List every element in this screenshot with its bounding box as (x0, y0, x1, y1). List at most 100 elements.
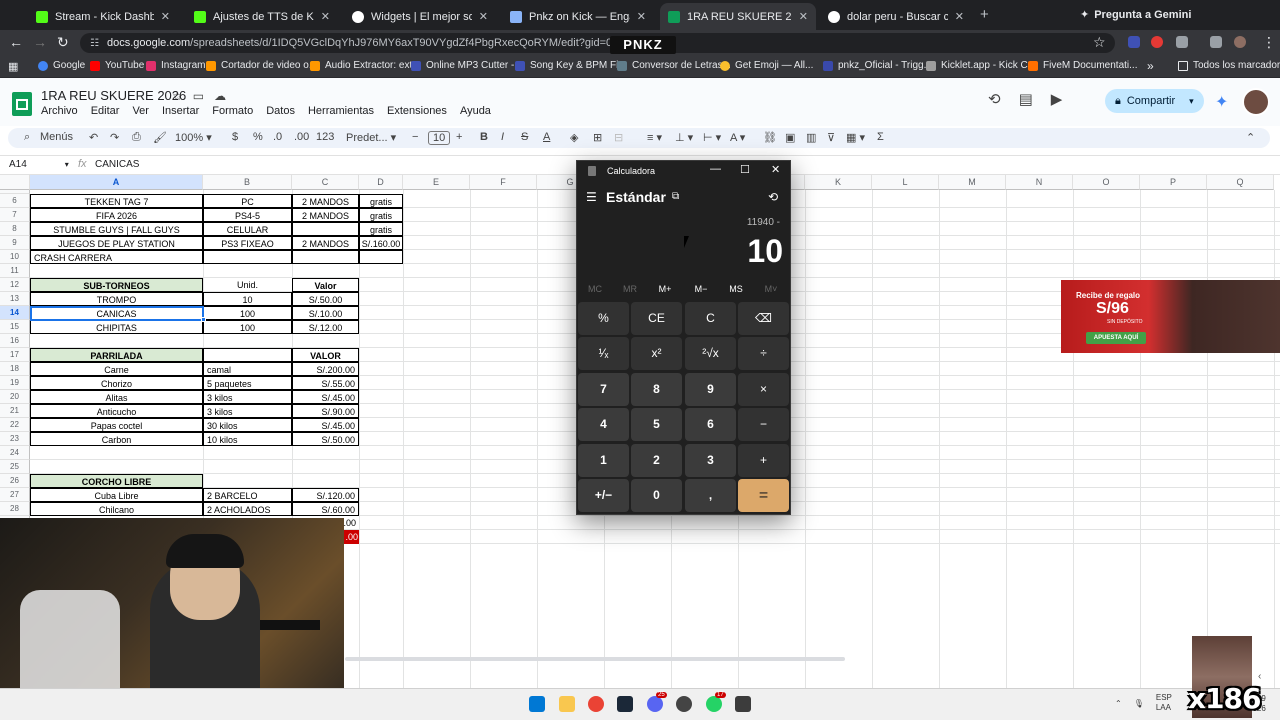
italic-button[interactable]: I (501, 131, 504, 143)
row-header-9[interactable]: 9 (0, 236, 30, 250)
chevron-up-icon[interactable]: ⌃ (1115, 699, 1122, 708)
cell-c17[interactable]: VALOR (292, 348, 359, 362)
cell-d8[interactable]: gratis (359, 222, 403, 236)
keep-on-top-icon[interactable]: ⧉ (672, 191, 679, 202)
bookmark-kicklet[interactable]: Kicklet.app - Kick C... (926, 60, 1036, 71)
cell-c7[interactable]: 2 MANDOS (292, 208, 359, 222)
cell-c10[interactable] (292, 250, 359, 264)
cell-a10[interactable]: CRASH CARRERA (30, 250, 203, 264)
tab-kick-dashboard[interactable]: Stream - Kick Dashboard ✕ (28, 3, 178, 30)
cell-b13[interactable]: 10 (203, 292, 292, 306)
cell-b18[interactable]: camal (203, 362, 292, 376)
memory-button-5[interactable]: M˅ (753, 284, 789, 294)
row-header-20[interactable]: 20 (0, 390, 30, 404)
bookmark-letter-converter[interactable]: Conversor de Letras... (617, 60, 731, 71)
cell-b17[interactable] (203, 348, 292, 362)
row-header-13[interactable]: 13 (0, 292, 30, 306)
cell-c12[interactable]: Valor (292, 278, 359, 292)
collapse-toolbar-icon[interactable]: ⌃ (1246, 131, 1255, 144)
cell-a13[interactable]: TROMPO (30, 292, 203, 306)
apps-grid-icon[interactable]: ▦ (8, 59, 18, 75)
cell-b27[interactable]: 2 BARCELO (203, 488, 292, 502)
font-family-select[interactable]: Predet... ▾ (346, 131, 396, 144)
memory-button-2[interactable]: M+ (647, 284, 683, 294)
vertical-align-icon[interactable]: ⊥ ▾ (675, 131, 693, 144)
print-icon[interactable]: ⎙ (132, 131, 141, 144)
star-icon[interactable]: ☆ (172, 89, 183, 103)
minimize-icon[interactable]: — (710, 163, 721, 175)
forward-icon[interactable]: → (33, 34, 47, 50)
cell-a9[interactable]: JUEGOS DE PLAY STATION (30, 236, 203, 250)
search-menus-input[interactable]: Menús (40, 131, 73, 143)
cell-b19[interactable]: 5 paquetes (203, 376, 292, 390)
strikethrough-button[interactable]: S (521, 131, 528, 143)
fill-handle[interactable] (201, 317, 206, 322)
cell-b28[interactable]: 2 ACHOLADOS (203, 502, 292, 516)
cell-b6[interactable]: PC (203, 194, 292, 208)
column-header-q[interactable]: Q (1207, 175, 1274, 190)
row-header-17[interactable]: 17 (0, 348, 30, 362)
cell-a19[interactable]: Chorizo (30, 376, 203, 390)
ad-cta-button[interactable]: APUESTA AQUÍ (1086, 332, 1146, 344)
text-color-button[interactable]: A (543, 131, 550, 143)
comments-icon[interactable]: ▤ (1019, 90, 1033, 108)
menu-ayuda[interactable]: Ayuda (460, 105, 491, 117)
formula-input[interactable]: CANICAS (95, 159, 139, 170)
redo-icon[interactable]: ↷ (110, 131, 119, 144)
move-folder-icon[interactable]: ▭ (193, 89, 204, 103)
row-header-11[interactable]: 11 (0, 264, 30, 278)
memory-button-4[interactable]: MS (718, 284, 754, 294)
currency-format-button[interactable]: $ (232, 131, 238, 143)
app-icon[interactable] (676, 696, 692, 712)
search-icon[interactable]: ⌕ (24, 131, 30, 144)
ask-gemini-button[interactable]: ✦ Pregunta a Gemini (1080, 8, 1191, 22)
horizontal-align-icon[interactable]: ≡ ▾ (647, 131, 662, 144)
profile-icon[interactable] (1234, 36, 1246, 48)
row-header-19[interactable]: 19 (0, 376, 30, 390)
close-tab-icon[interactable]: ✕ (955, 10, 964, 23)
insert-comment-icon[interactable]: ▣ (785, 131, 795, 144)
bookmark-youtube[interactable]: YouTube (90, 60, 144, 71)
close-tab-icon[interactable]: ✕ (161, 10, 170, 23)
cell-b10[interactable] (203, 250, 292, 264)
bookmark-audio-extractor[interactable]: Audio Extractor: ext... (310, 60, 421, 71)
cell-d10[interactable] (359, 250, 403, 264)
calc-key-digit-2[interactable]: 2 (631, 444, 682, 477)
calc-key-digit-7[interactable]: 7 (578, 373, 629, 406)
new-tab-button[interactable]: + (980, 6, 989, 23)
cell-b8[interactable]: CELULAR (203, 222, 292, 236)
media-icon[interactable] (1210, 36, 1222, 48)
cell-a7[interactable]: FIFA 2026 (30, 208, 203, 222)
cell-b15[interactable]: 100 (203, 320, 292, 334)
borders-icon[interactable]: ⊞ (593, 131, 602, 144)
menu-formato[interactable]: Formato (212, 105, 253, 117)
version-history-icon[interactable]: ⟲ (988, 90, 1001, 108)
tab-sheets-active[interactable]: 1RA REU SKUERE 2026 - Hojas ✕ (660, 3, 816, 30)
address-bar[interactable]: ☷ docs.google.com/spreadsheets/d/1IDQ5VG… (80, 33, 1115, 53)
cell-a22[interactable]: Papas coctel (30, 418, 203, 432)
column-header-e[interactable]: E (403, 175, 470, 190)
cell-c19[interactable]: S/.55.00 (292, 376, 359, 390)
cell-c8[interactable] (292, 222, 359, 236)
row-header-24[interactable]: 24 (0, 446, 30, 460)
column-header-k[interactable]: K (805, 175, 872, 190)
discord-icon[interactable] (647, 696, 663, 712)
cell-c23[interactable]: S/.50.00 (292, 432, 359, 446)
column-header-o[interactable]: O (1073, 175, 1140, 190)
site-info-icon[interactable]: ☷ (90, 38, 99, 49)
microphone-icon[interactable]: 🎙︎ (1134, 699, 1144, 708)
calc-key-digit-4[interactable]: 4 (578, 408, 629, 441)
row-header-7[interactable]: 7 (0, 208, 30, 222)
calc-key-digit-1[interactable]: 1 (578, 444, 629, 477)
horizontal-scrollbar[interactable] (345, 657, 845, 661)
column-header-l[interactable]: L (872, 175, 939, 190)
menu-extensiones[interactable]: Extensiones (387, 105, 447, 117)
font-size-input[interactable]: 10 (428, 131, 451, 145)
row-header-12[interactable]: 12 (0, 278, 30, 292)
close-tab-icon[interactable]: ✕ (637, 10, 646, 23)
bookmark-google[interactable]: Google (38, 60, 85, 71)
tab-kickbot-tts[interactable]: Ajustes de TTS de KickBot ✕ (186, 3, 338, 30)
extensions-puzzle-icon[interactable] (1176, 36, 1188, 48)
column-header-d[interactable]: D (359, 175, 403, 190)
sheets-logo-icon[interactable] (12, 92, 32, 116)
